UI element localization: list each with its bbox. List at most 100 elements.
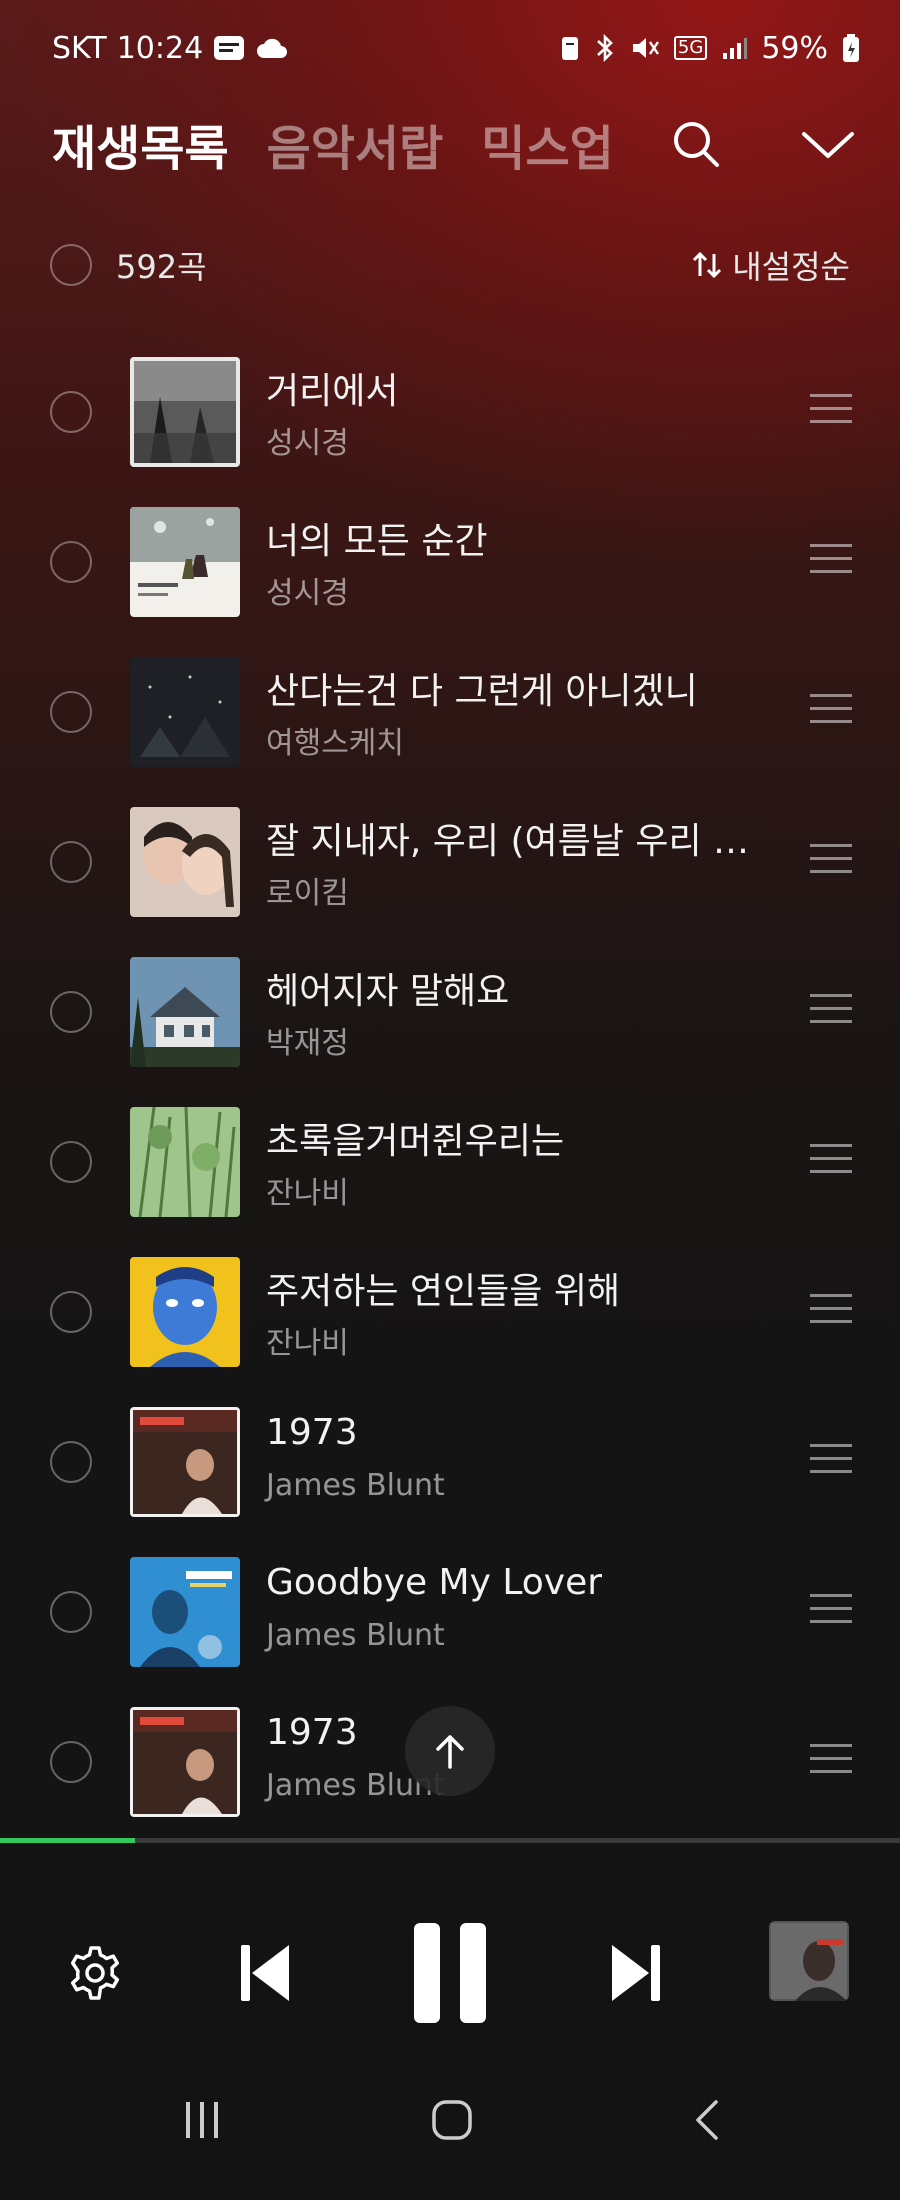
song-artist: James Blunt (266, 1618, 445, 1653)
chevron-down-icon (802, 132, 854, 158)
song-select-checkbox[interactable] (50, 1591, 92, 1633)
album-art (130, 957, 240, 1067)
song-row[interactable]: 주저하는 연인들을 위해 잔나비 (0, 1252, 900, 1372)
pause-button[interactable] (400, 1908, 500, 2038)
drag-handle-icon[interactable] (810, 1144, 852, 1176)
song-title: 1973 (266, 1712, 358, 1753)
song-artist: 로이킴 (266, 876, 349, 911)
header-tabs: 재생목록 음악서랍 믹스업 (52, 108, 860, 180)
song-select-checkbox[interactable] (50, 1141, 92, 1183)
song-title: 주저하는 연인들을 위해 (266, 1271, 621, 1312)
signal-icon (721, 35, 748, 61)
skip-next-icon (612, 1945, 660, 2001)
battery-saver-icon (560, 34, 580, 62)
album-art (130, 1557, 240, 1667)
song-row[interactable]: Goodbye My Lover James Blunt (0, 1552, 900, 1672)
clock: 10:24 (116, 30, 204, 66)
album-art (130, 1707, 240, 1817)
song-row[interactable]: 산다는건 다 그런게 아니겠니 여행스케치 (0, 652, 900, 772)
now-playing-thumbnail[interactable] (769, 1921, 849, 2001)
song-select-checkbox[interactable] (50, 991, 92, 1033)
song-select-checkbox[interactable] (50, 391, 92, 433)
drag-handle-icon[interactable] (810, 1294, 852, 1326)
sort-button[interactable]: 내설정순 (690, 242, 850, 288)
song-artist: 여행스케치 (266, 726, 404, 761)
song-title: Goodbye My Lover (266, 1562, 603, 1603)
battery-icon (842, 33, 860, 63)
song-row[interactable]: 너의 모든 순간 성시경 (0, 502, 900, 622)
drag-handle-icon[interactable] (810, 1594, 852, 1626)
tab-music-drawer[interactable]: 음악서랍 (267, 109, 444, 179)
song-select-checkbox[interactable] (50, 1291, 92, 1333)
battery-percent: 59% (761, 30, 828, 66)
album-art (130, 357, 240, 467)
drag-handle-icon[interactable] (810, 844, 852, 876)
song-select-checkbox[interactable] (50, 691, 92, 733)
song-title: 초록을거머쥔우리는 (266, 1121, 565, 1162)
home-button[interactable] (412, 2080, 492, 2160)
song-artist: 성시경 (266, 576, 349, 611)
select-all-checkbox[interactable] (50, 244, 92, 286)
drag-handle-icon[interactable] (810, 694, 852, 726)
album-art (130, 657, 240, 767)
song-artist: 잔나비 (266, 1326, 349, 1361)
next-button[interactable] (596, 1925, 676, 2021)
network-type: 5G (673, 36, 708, 60)
system-navigation-bar (0, 2080, 900, 2200)
drag-handle-icon[interactable] (810, 544, 852, 576)
scroll-to-top-button[interactable] (405, 1706, 495, 1796)
bluetooth-icon (594, 33, 616, 63)
sort-label: 내설정순 (732, 248, 850, 286)
recent-apps-button[interactable] (162, 2080, 242, 2160)
drag-handle-icon[interactable] (810, 1744, 852, 1776)
skip-previous-icon (241, 1945, 289, 2001)
song-row[interactable]: 1973 James Blunt (0, 1402, 900, 1522)
drag-handle-icon[interactable] (810, 1444, 852, 1476)
cloud-icon (255, 36, 289, 60)
song-select-checkbox[interactable] (50, 841, 92, 883)
settings-button[interactable] (55, 1933, 135, 2013)
mini-player (0, 1843, 900, 2200)
album-art (130, 1407, 240, 1517)
album-art (130, 807, 240, 917)
gear-icon (70, 1946, 120, 2000)
recent-apps-icon (186, 2102, 218, 2138)
sort-arrows-icon (693, 251, 722, 279)
pause-icon (414, 1923, 486, 2023)
song-row[interactable]: 잘 지내자, 우리 (여름날 우리 X... 로이킴 (0, 802, 900, 922)
album-art (130, 1107, 240, 1217)
song-title: 산다는건 다 그런게 아니겠니 (266, 671, 698, 712)
song-count: 592곡 (116, 248, 207, 286)
song-row[interactable]: 헤어지자 말해요 박재정 (0, 952, 900, 1072)
carrier-label: SKT (52, 30, 107, 66)
song-row[interactable]: 거리에서 성시경 (0, 352, 900, 472)
status-bar: SKT 10:24 5G 59% (52, 22, 860, 74)
song-artist: James Blunt (266, 1468, 445, 1503)
back-icon (696, 2100, 718, 2140)
webtoon-notification-icon (213, 34, 245, 62)
song-title: 잘 지내자, 우리 (여름날 우리 X... (266, 821, 766, 862)
search-icon (674, 122, 719, 167)
previous-button[interactable] (225, 1925, 305, 2021)
song-select-checkbox[interactable] (50, 1741, 92, 1783)
mute-icon (630, 34, 660, 62)
song-select-checkbox[interactable] (50, 541, 92, 583)
home-icon (432, 2100, 472, 2140)
album-art (130, 507, 240, 617)
song-artist: 박재정 (266, 1026, 349, 1061)
song-title: 헤어지자 말해요 (266, 971, 510, 1012)
song-select-checkbox[interactable] (50, 1441, 92, 1483)
song-row[interactable]: 초록을거머쥔우리는 잔나비 (0, 1102, 900, 1222)
song-artist: 성시경 (266, 426, 349, 461)
song-artist: 잔나비 (266, 1176, 349, 1211)
drag-handle-icon[interactable] (810, 994, 852, 1026)
drag-handle-icon[interactable] (810, 394, 852, 426)
arrow-up-icon (436, 1735, 464, 1769)
list-header: 592곡 내설정순 (50, 236, 850, 294)
search-button[interactable] (666, 108, 726, 180)
album-art (130, 1257, 240, 1367)
tab-mixup[interactable]: 믹스업 (481, 109, 613, 179)
tab-playlist[interactable]: 재생목록 (52, 109, 229, 179)
collapse-button[interactable] (788, 108, 868, 180)
back-button[interactable] (668, 2080, 748, 2160)
